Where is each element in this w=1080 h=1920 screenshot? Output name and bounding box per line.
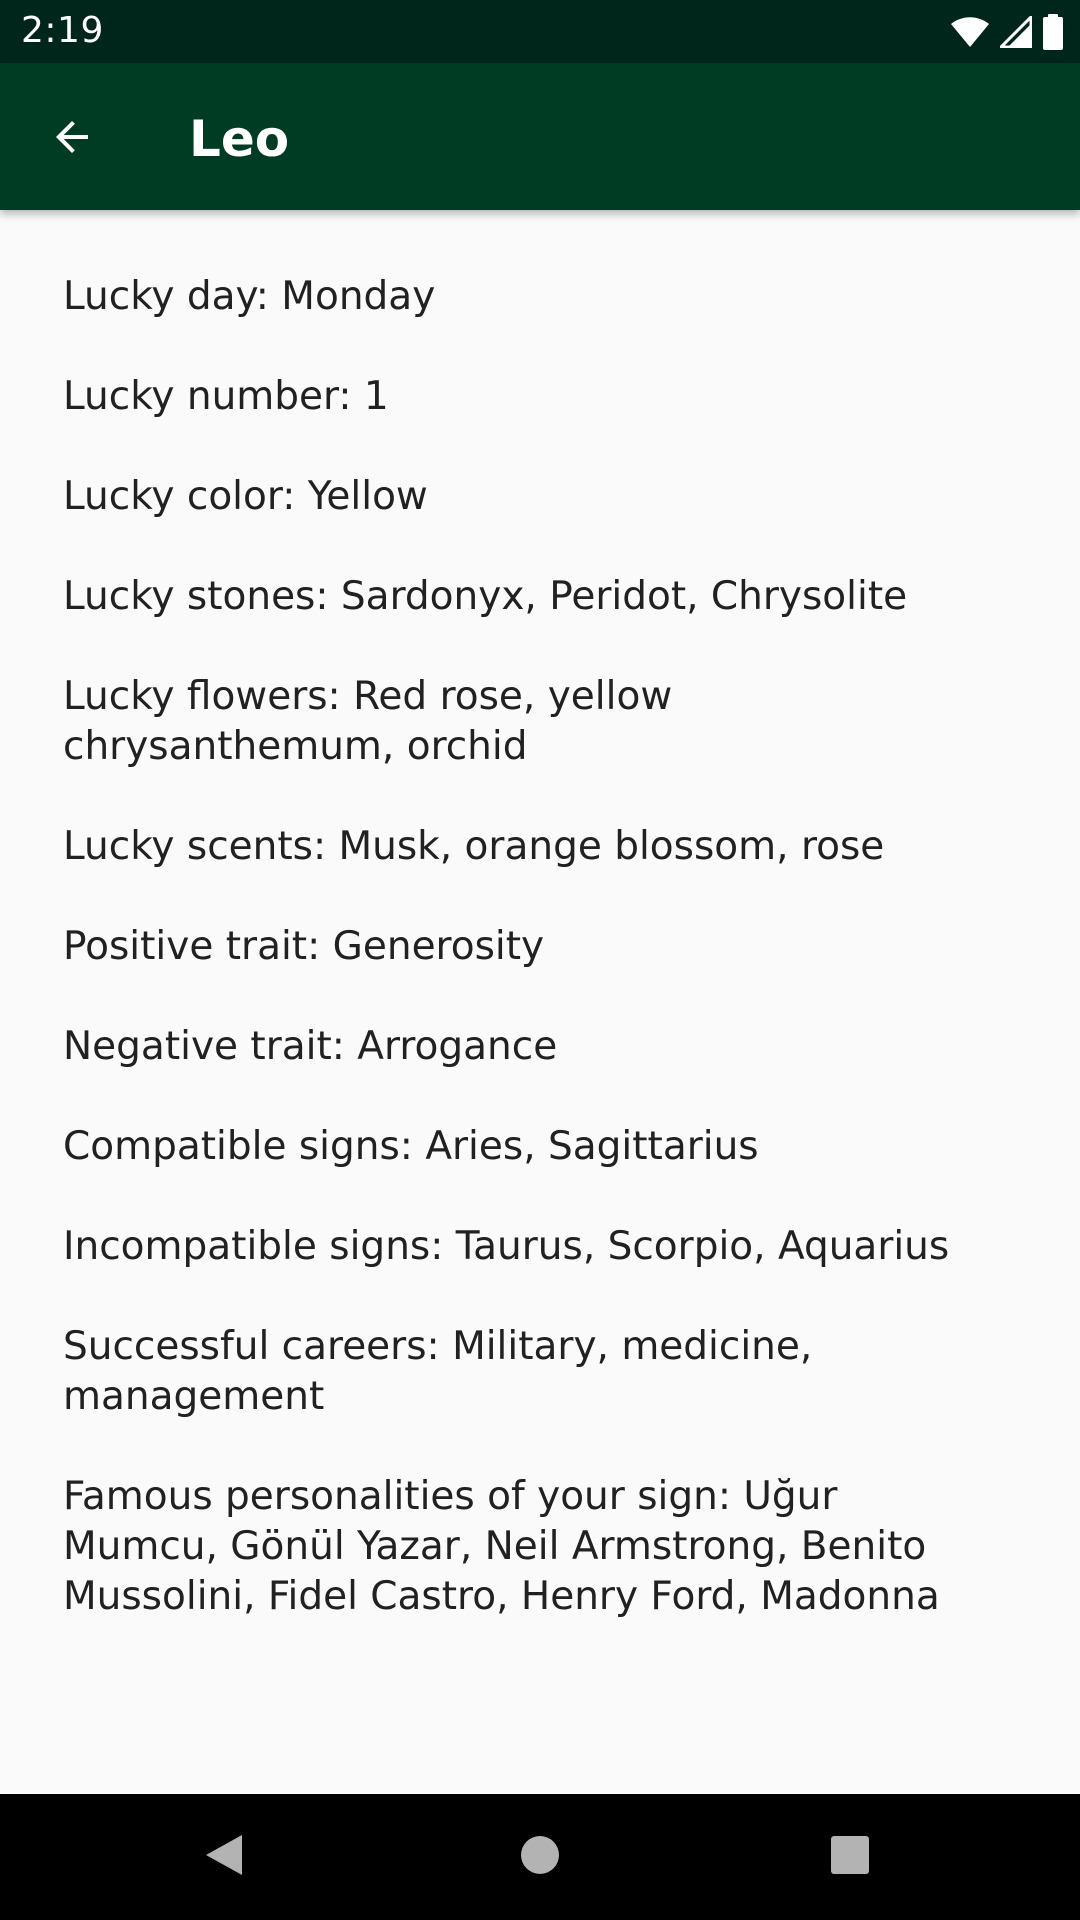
recents-square-icon [829, 1834, 871, 1880]
careers-line: Successful careers: Military, medicine, … [63, 1324, 813, 1419]
home-circle-icon [519, 1834, 561, 1880]
app-bar: Leo [0, 63, 1080, 210]
wifi-icon [950, 16, 990, 48]
lucky-day-line: Lucky day: Monday [63, 274, 436, 319]
lucky-stones-line: Lucky stones: Sardonyx, Peridot, Chrysol… [63, 574, 908, 619]
lucky-flowers-line: Lucky flowers: Red rose, yellow chrysant… [63, 674, 673, 769]
back-button[interactable] [24, 91, 120, 187]
status-time: 2:19 [21, 10, 104, 51]
positive-trait-line: Positive trait: Generosity [63, 924, 545, 969]
nav-back-button[interactable] [194, 1827, 254, 1887]
compatible-signs-line: Compatible signs: Aries, Sagittarius [63, 1124, 759, 1169]
page-title: Leo [189, 110, 290, 168]
nav-recents-button[interactable] [820, 1827, 880, 1887]
lucky-scents-line: Lucky scents: Musk, orange blossom, rose [63, 824, 885, 869]
nav-home-button[interactable] [510, 1827, 570, 1887]
sign-details-scroll[interactable]: Element: Fire Lucky day: Monday Lucky nu… [0, 210, 1080, 1794]
app-screen: 2:19 Leo Lucky day: Monday Lucky number:… [0, 0, 1080, 1920]
sign-details-list: Element: Fire Lucky day: Monday Lucky nu… [63, 210, 1003, 1672]
incompatible-signs-line: Incompatible signs: Taurus, Scorpio, Aqu… [63, 1224, 950, 1269]
status-icons [950, 12, 1064, 52]
arrow-back-icon [48, 113, 96, 165]
cellular-signal-icon [1000, 16, 1032, 48]
back-triangle-icon [202, 1831, 246, 1883]
element-line: Element: Fire [63, 210, 1003, 222]
lucky-color-line: Lucky color: Yellow [63, 474, 428, 519]
lucky-number-line: Lucky number: 1 [63, 374, 389, 419]
battery-icon [1042, 14, 1064, 50]
navigation-bar [0, 1794, 1080, 1920]
famous-personalities-line: Famous personalities of your sign: Uğur … [63, 1474, 940, 1619]
negative-trait-line: Negative trait: Arrogance [63, 1024, 558, 1069]
status-bar: 2:19 [0, 0, 1080, 63]
